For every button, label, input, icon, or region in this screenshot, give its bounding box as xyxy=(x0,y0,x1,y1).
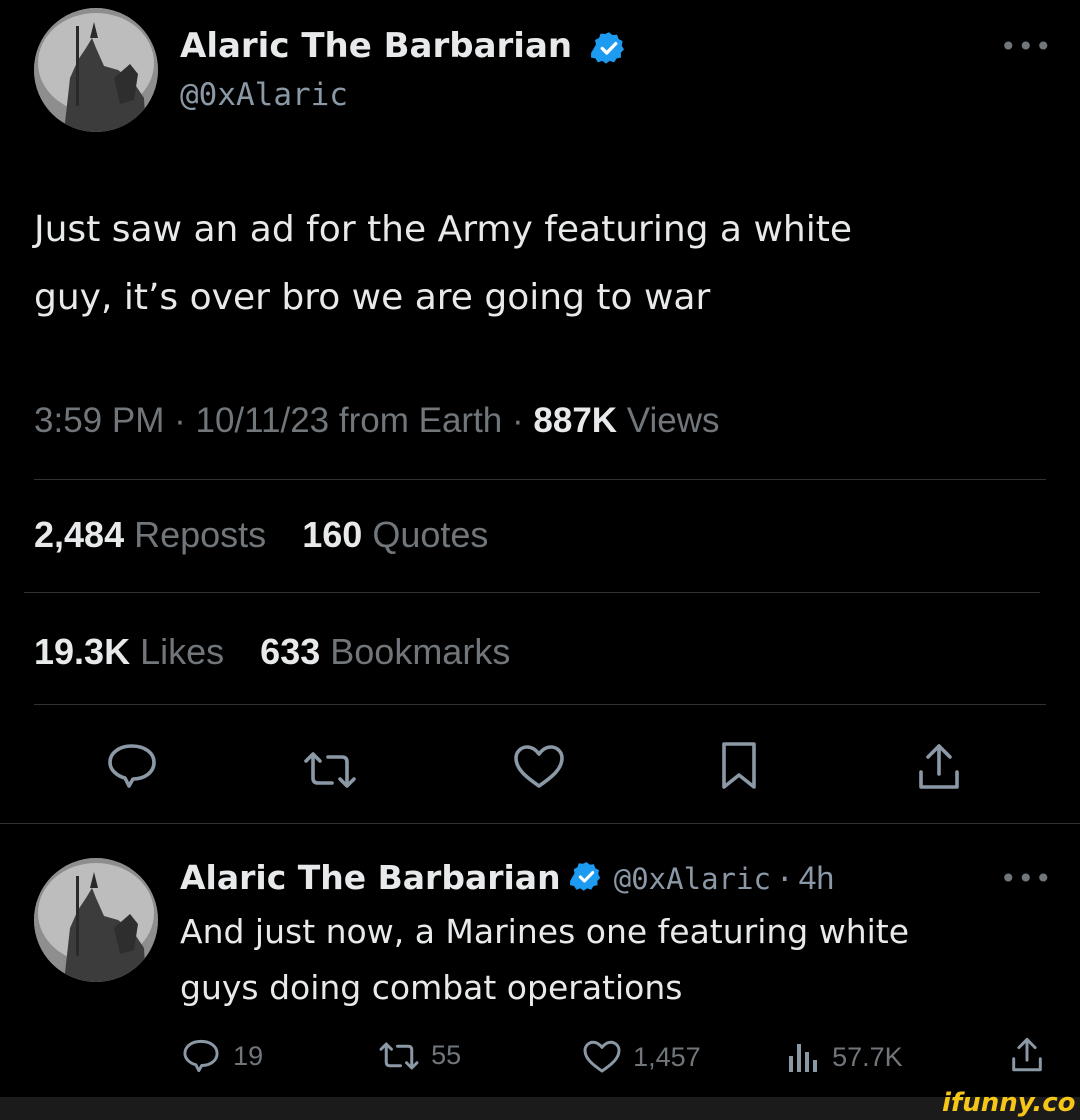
reply-action-reply[interactable]: 19 xyxy=(182,1038,263,1074)
quotes-stat[interactable]: 160 Quotes xyxy=(302,514,488,555)
reposts-quotes-row: 2,484 Reposts 160 Quotes xyxy=(34,514,488,556)
meta-separator: · xyxy=(174,401,186,440)
repost-count: 55 xyxy=(431,1040,462,1070)
reply-action-like[interactable]: 1,457 xyxy=(582,1040,701,1074)
reply-text-line-2: guys doing combat operations xyxy=(180,968,683,1007)
reposts-label: Reposts xyxy=(134,514,267,555)
likes-bookmarks-row: 19.3K Likes 633 Bookmarks xyxy=(34,631,510,673)
likes-count: 19.3K xyxy=(34,631,131,672)
tweet-meta: 3:59 PM · 10/11/23 from Earth · 887K Vie… xyxy=(34,401,720,441)
like-icon[interactable] xyxy=(512,744,566,790)
reply-text: And just now, a Marines one featuring wh… xyxy=(180,904,1040,1016)
reply-author-avatar[interactable] xyxy=(34,858,158,982)
verified-badge-icon xyxy=(569,860,603,893)
reply-action-repost[interactable]: 55 xyxy=(378,1040,461,1071)
repost-icon[interactable] xyxy=(302,750,358,790)
reply-age[interactable]: 4h xyxy=(799,860,835,896)
meta-separator: · xyxy=(512,401,524,440)
ifunny-watermark: ifunny.co xyxy=(942,1088,1076,1118)
reply-author-name[interactable]: Alaric The Barbarian xyxy=(180,858,561,897)
bookmarks-stat[interactable]: 633 Bookmarks xyxy=(260,631,510,672)
likes-label: Likes xyxy=(140,631,225,672)
tweet-time[interactable]: 3:59 PM xyxy=(34,401,164,440)
tweet-text: Just saw an ad for the Army featuring a … xyxy=(34,196,1044,332)
divider xyxy=(34,479,1046,480)
views-label: Views xyxy=(626,401,720,440)
share-icon[interactable] xyxy=(916,742,962,792)
tweet-source: from Earth xyxy=(338,401,503,440)
views-count: 57.7K xyxy=(832,1041,903,1072)
quotes-label: Quotes xyxy=(372,514,489,555)
tweet-text-line-1: Just saw an ad for the Army featuring a … xyxy=(34,209,852,250)
divider xyxy=(24,592,1040,593)
reposts-stat[interactable]: 2,484 Reposts xyxy=(34,514,276,555)
like-icon xyxy=(582,1040,622,1074)
reply-icon xyxy=(182,1038,220,1074)
author-name[interactable]: Alaric The Barbarian xyxy=(180,26,572,66)
divider xyxy=(0,823,1080,824)
share-icon[interactable] xyxy=(1010,1036,1044,1074)
reply-count: 19 xyxy=(233,1040,264,1071)
meta-separator: · xyxy=(776,862,794,896)
quotes-count: 160 xyxy=(302,514,363,555)
reply-icon[interactable] xyxy=(106,742,158,790)
views-icon xyxy=(787,1040,819,1074)
reply-header: Alaric The Barbarian @0xAlaric · 4h xyxy=(180,858,834,897)
tweet-date[interactable]: 10/11/23 xyxy=(195,401,329,440)
author-avatar[interactable] xyxy=(34,8,158,132)
footer-bar xyxy=(0,1097,1080,1120)
views-count: 887K xyxy=(533,401,618,440)
bookmarks-count: 633 xyxy=(260,631,321,672)
reply-text-line-1: And just now, a Marines one featuring wh… xyxy=(180,912,910,951)
more-options-icon[interactable]: ••• xyxy=(1000,30,1053,63)
repost-icon xyxy=(378,1041,420,1071)
reposts-count: 2,484 xyxy=(34,514,125,555)
verified-badge-icon xyxy=(591,30,627,66)
reply-action-views[interactable]: 57.7K xyxy=(787,1040,903,1074)
like-count: 1,457 xyxy=(633,1041,701,1072)
author-handle[interactable]: @0xAlaric xyxy=(180,77,348,113)
reply-more-options-icon[interactable]: ••• xyxy=(1000,862,1053,895)
reply-author-handle[interactable]: @0xAlaric xyxy=(614,862,771,896)
tweet-text-line-2: guy, it’s over bro we are going to war xyxy=(34,277,711,318)
bookmark-icon[interactable] xyxy=(719,740,759,792)
bookmarks-label: Bookmarks xyxy=(330,631,511,672)
likes-stat[interactable]: 19.3K Likes xyxy=(34,631,234,672)
divider xyxy=(34,704,1046,705)
